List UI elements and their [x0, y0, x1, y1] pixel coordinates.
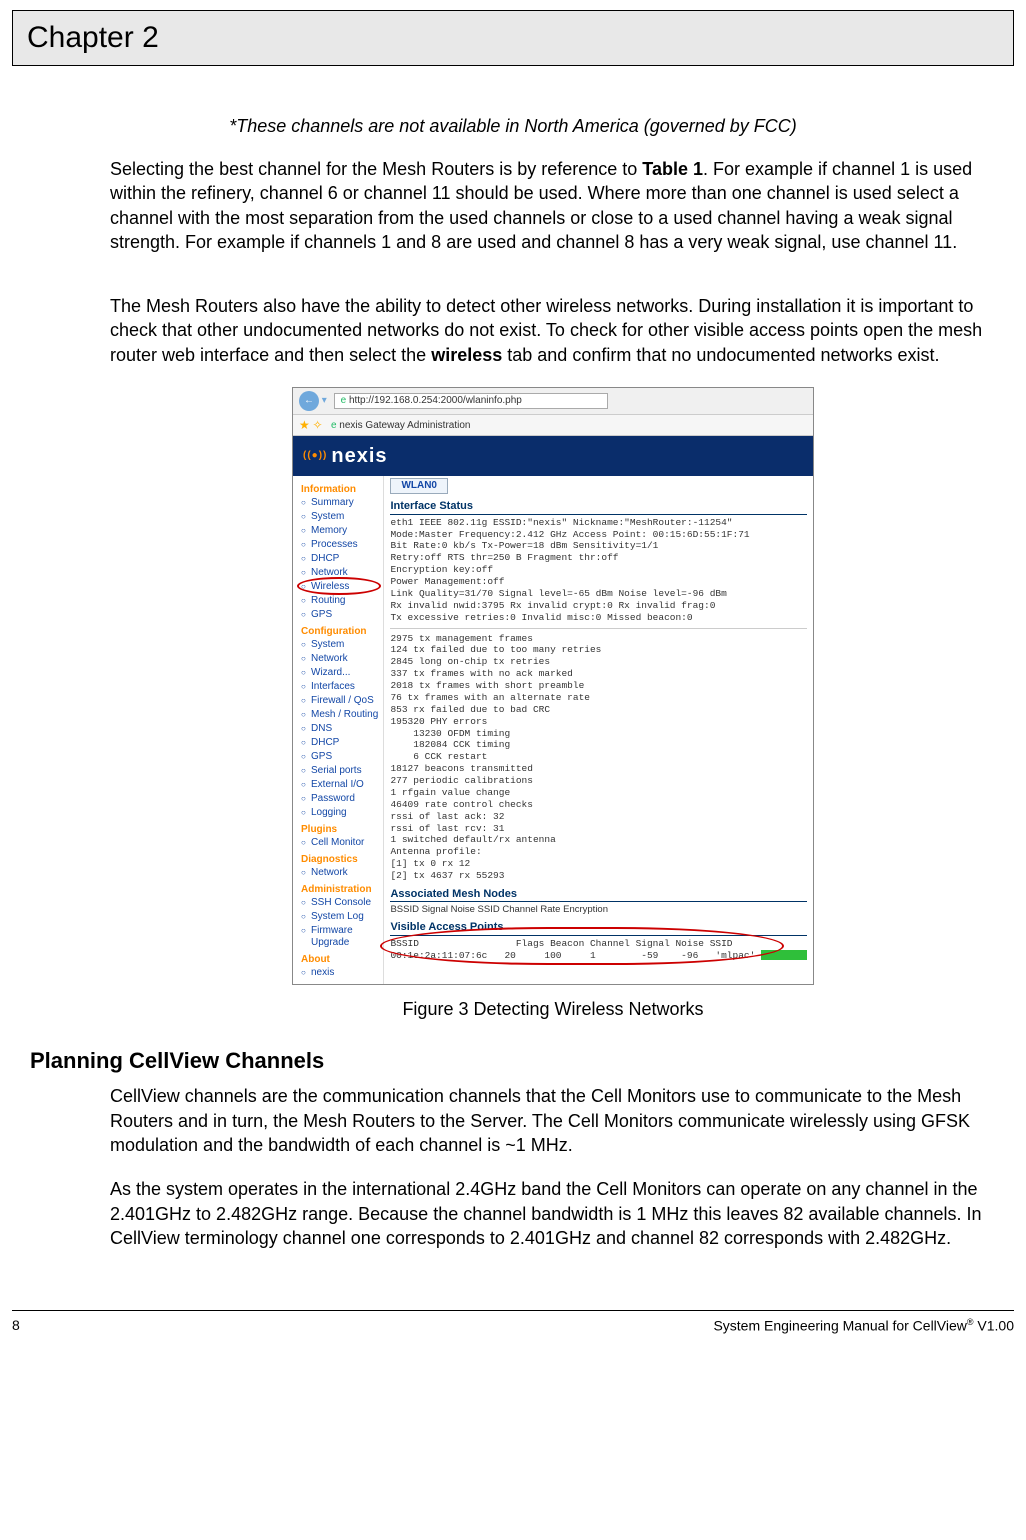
main-panel: WLAN0 Interface Status eth1 IEEE 802.11g…: [383, 476, 813, 984]
page-footer: 8 System Engineering Manual for CellView…: [12, 1310, 1014, 1334]
sidebar-item-cfg-logging[interactable]: Logging: [301, 806, 379, 820]
url-bar[interactable]: e http://192.168.0.254:2000/wlaninfo.php: [334, 393, 608, 409]
p1-text-a: Selecting the best channel for the Mesh …: [110, 159, 642, 179]
sidebar-item-cfg-wizard[interactable]: Wizard...: [301, 666, 379, 680]
sidebar-item-cfg-network[interactable]: Network: [301, 652, 379, 666]
paragraph-channel-selection: Selecting the best channel for the Mesh …: [110, 157, 996, 254]
sidebar-item-cfg-password[interactable]: Password: [301, 792, 379, 806]
sidebar-heading-configuration: Configuration: [301, 626, 379, 638]
assoc-columns: BSSID Signal Noise SSID Channel Rate Enc…: [390, 904, 807, 915]
sidebar-item-cfg-system[interactable]: System: [301, 638, 379, 652]
sidebar-item-diag-network[interactable]: Network: [301, 866, 379, 880]
sidebar-item-dhcp[interactable]: DHCP: [301, 552, 379, 566]
sidebar-heading-administration: Administration: [301, 884, 379, 896]
sidebar-item-about-nexis[interactable]: nexis: [301, 966, 379, 980]
planning-p2: As the system operates in the internatio…: [110, 1177, 996, 1250]
highlight-oval-vap: [380, 927, 784, 965]
url-text: http://192.168.0.254:2000/wlaninfo.php: [349, 395, 522, 406]
star-icon[interactable]: ★: [299, 418, 310, 432]
table1-ref: Table 1: [642, 159, 703, 179]
sidebar-heading-plugins: Plugins: [301, 824, 379, 836]
figure-caption: Figure 3 Detecting Wireless Networks: [110, 999, 996, 1020]
chapter-title: Chapter 2: [27, 21, 159, 54]
sidebar-item-cfg-external-io[interactable]: External I/O: [301, 778, 379, 792]
browser-toolbar: ← ▾ e http://192.168.0.254:2000/wlaninfo…: [293, 388, 813, 415]
heading-interface-status: Interface Status: [390, 500, 807, 514]
sidebar-item-ssh[interactable]: SSH Console: [301, 896, 379, 910]
sidebar-item-gps[interactable]: GPS: [301, 608, 379, 622]
sidebar-heading-about: About: [301, 954, 379, 966]
sidebar-item-summary[interactable]: Summary: [301, 496, 379, 510]
chapter-header: Chapter 2: [12, 10, 1014, 66]
favorites-row: ★ ✧ e nexis Gateway Administration: [293, 415, 813, 436]
sidebar-item-syslog[interactable]: System Log: [301, 910, 379, 924]
page-number: 8: [12, 1317, 20, 1334]
sidebar-item-firmware[interactable]: Firmware Upgrade: [301, 924, 379, 950]
dropdown-icon[interactable]: ▾: [322, 395, 327, 406]
back-icon[interactable]: ←: [299, 391, 319, 411]
heading-assoc-mesh: Associated Mesh Nodes: [390, 888, 807, 902]
sidebar-heading-diagnostics: Diagnostics: [301, 854, 379, 866]
sidebar-item-cfg-dns[interactable]: DNS: [301, 722, 379, 736]
wifi-icon: ((●)): [303, 450, 327, 462]
sidebar-item-cfg-gps[interactable]: GPS: [301, 750, 379, 764]
sidebar-item-cfg-dhcp[interactable]: DHCP: [301, 736, 379, 750]
tab-wlan0[interactable]: WLAN0: [390, 478, 448, 494]
sidebar-item-cfg-firewall[interactable]: Firewall / QoS: [301, 694, 379, 708]
footer-right: System Engineering Manual for CellView® …: [713, 1317, 1014, 1334]
sidebar-item-routing[interactable]: Routing: [301, 594, 379, 608]
wireless-tab-ref: wireless: [431, 345, 502, 365]
p2-text-c: tab and confirm that no undocumented net…: [502, 345, 939, 365]
sidebar-item-cell-monitor[interactable]: Cell Monitor: [301, 836, 379, 850]
sidebar: Information Summary System Memory Proces…: [293, 476, 383, 984]
sidebar-item-wireless[interactable]: Wireless: [301, 580, 379, 594]
sidebar-item-cfg-serial[interactable]: Serial ports: [301, 764, 379, 778]
stats-block: 2975 tx management frames 124 tx failed …: [390, 633, 807, 882]
heading-planning: Planning CellView Channels: [30, 1048, 996, 1074]
registered-icon: ®: [967, 1317, 974, 1327]
brand-bar: ((●)) nexis: [293, 436, 813, 476]
sidebar-item-memory[interactable]: Memory: [301, 524, 379, 538]
sidebar-item-cfg-interfaces[interactable]: Interfaces: [301, 680, 379, 694]
footer-version: V1.00: [974, 1318, 1014, 1334]
sidebar-item-system[interactable]: System: [301, 510, 379, 524]
browser-screenshot: ← ▾ e http://192.168.0.254:2000/wlaninfo…: [292, 387, 814, 985]
interface-status-block: eth1 IEEE 802.11g ESSID:"nexis" Nickname…: [390, 517, 807, 624]
tab-title: nexis Gateway Administration: [339, 420, 470, 431]
paragraph-detect-networks: The Mesh Routers also have the ability t…: [110, 294, 996, 367]
add-fav-icon[interactable]: ✧: [313, 418, 323, 432]
highlight-oval-wireless: [297, 577, 381, 595]
planning-p1: CellView channels are the communication …: [110, 1084, 996, 1157]
sidebar-heading-information: Information: [301, 484, 379, 496]
sidebar-item-cfg-mesh[interactable]: Mesh / Routing: [301, 708, 379, 722]
sidebar-item-processes[interactable]: Processes: [301, 538, 379, 552]
footer-product: System Engineering Manual for CellView: [713, 1318, 966, 1334]
fcc-note: *These channels are not available in Nor…: [30, 116, 996, 137]
brand-name: nexis: [331, 444, 387, 468]
